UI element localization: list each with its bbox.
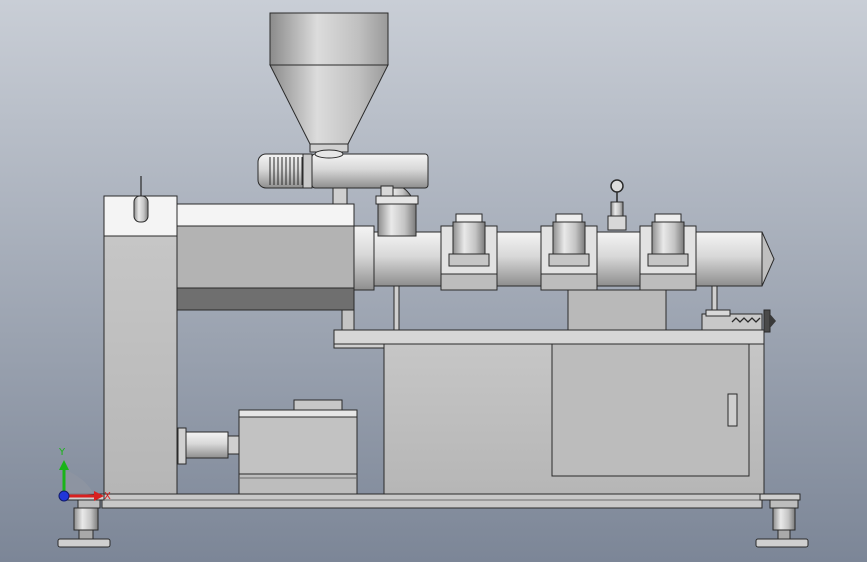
door-handle[interactable] [727,393,738,427]
gearbox-column[interactable] [103,176,178,495]
drive-motor[interactable] [238,399,358,495]
base-frame[interactable] [65,493,801,509]
pressure-gauge-icon[interactable] [607,179,627,231]
cad-viewport[interactable]: Y X [0,0,867,562]
axis-label-y: Y [58,447,66,458]
extruder-model-view[interactable]: Y X [0,0,867,562]
cabinet-door[interactable] [551,343,750,477]
axis-label-x: X [104,491,111,502]
feeder-motor[interactable] [257,153,313,189]
